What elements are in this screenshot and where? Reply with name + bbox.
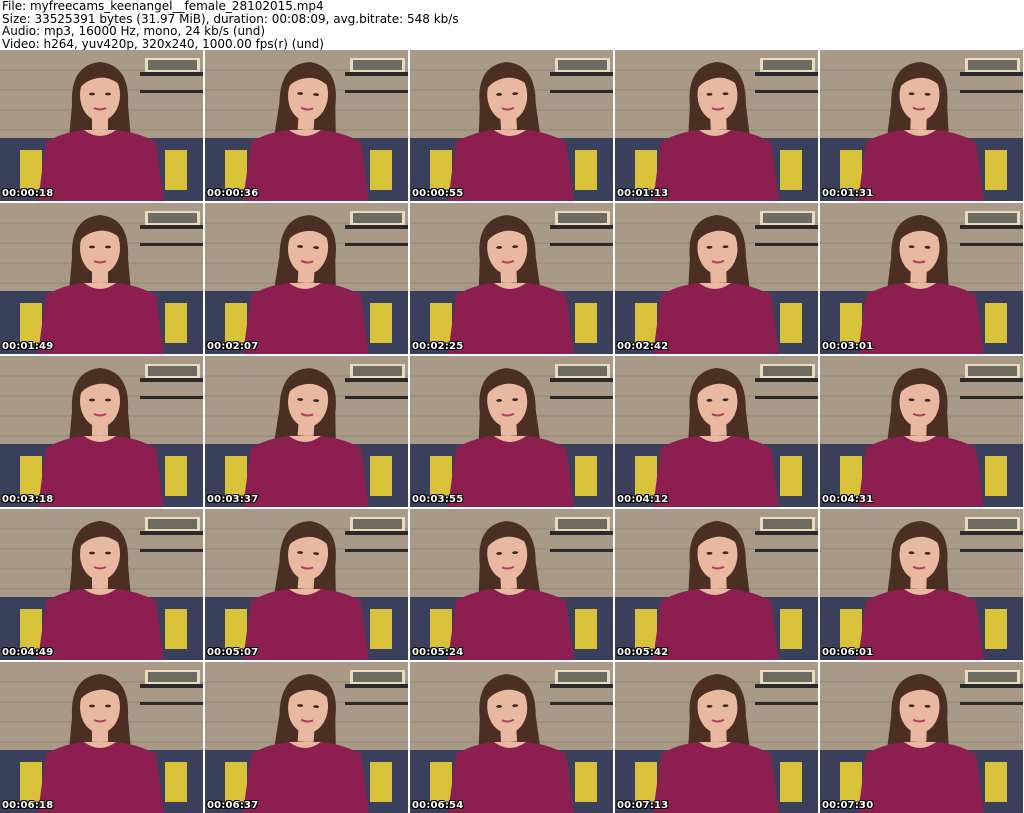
video-frame-thumbnail: 00:00:18	[0, 50, 203, 201]
video-frame-thumbnail: 00:01:31	[820, 50, 1023, 201]
frame-timestamp: 00:01:49	[2, 341, 54, 352]
frame-image	[205, 50, 408, 201]
video-frame-thumbnail: 00:05:42	[615, 509, 818, 660]
frame-timestamp: 00:00:36	[207, 188, 259, 199]
frame-image	[205, 203, 408, 354]
video-frame-thumbnail: 00:04:49	[0, 509, 203, 660]
frame-timestamp: 00:00:55	[412, 188, 464, 199]
frame-image	[820, 509, 1023, 660]
frame-image	[410, 509, 613, 660]
video-frame-thumbnail: 00:03:55	[410, 356, 613, 507]
video-frame-thumbnail: 00:06:37	[205, 662, 408, 813]
frame-timestamp: 00:04:49	[2, 647, 54, 658]
file-info-header: File: myfreecams_keenangel__female_28102…	[2, 0, 1022, 50]
video-frame-thumbnail: 00:02:42	[615, 203, 818, 354]
video-frame-thumbnail: 00:06:54	[410, 662, 613, 813]
frame-timestamp: 00:02:25	[412, 341, 464, 352]
file-name-line: File: myfreecams_keenangel__female_28102…	[2, 0, 324, 13]
frame-image	[410, 50, 613, 201]
frame-timestamp: 00:06:18	[2, 800, 54, 811]
frame-image	[615, 356, 818, 507]
frame-image	[615, 50, 818, 201]
frame-timestamp: 00:05:07	[207, 647, 259, 658]
frame-image	[615, 203, 818, 354]
video-info-line: Video: h264, yuv420p, 320x240, 1000.00 f…	[2, 36, 324, 51]
frame-image	[820, 662, 1023, 813]
video-frame-thumbnail: 00:06:01	[820, 509, 1023, 660]
frame-timestamp: 00:06:54	[412, 800, 464, 811]
frame-image	[820, 50, 1023, 201]
frame-image	[0, 509, 203, 660]
frame-timestamp: 00:07:13	[617, 800, 669, 811]
video-frame-thumbnail: 00:00:55	[410, 50, 613, 201]
frame-timestamp: 00:02:07	[207, 341, 259, 352]
frame-image	[615, 509, 818, 660]
frame-image	[0, 203, 203, 354]
video-frame-thumbnail: 00:02:25	[410, 203, 613, 354]
video-frame-thumbnail: 00:00:36	[205, 50, 408, 201]
video-frame-thumbnail: 00:03:01	[820, 203, 1023, 354]
video-frame-thumbnail: 00:07:13	[615, 662, 818, 813]
video-frame-thumbnail: 00:04:12	[615, 356, 818, 507]
video-frame-thumbnail: 00:07:30	[820, 662, 1023, 813]
video-frame-thumbnail: 00:04:31	[820, 356, 1023, 507]
video-frame-thumbnail: 00:05:07	[205, 509, 408, 660]
frame-image	[0, 662, 203, 813]
frame-image	[410, 662, 613, 813]
frame-image	[615, 662, 818, 813]
frame-timestamp: 00:04:12	[617, 494, 669, 505]
frame-image	[205, 509, 408, 660]
frame-image	[205, 662, 408, 813]
video-frame-thumbnail: 00:02:07	[205, 203, 408, 354]
video-frame-thumbnail: 00:01:49	[0, 203, 203, 354]
video-frame-thumbnail: 00:06:18	[0, 662, 203, 813]
frame-image	[820, 203, 1023, 354]
frame-timestamp: 00:01:13	[617, 188, 669, 199]
frame-image	[820, 356, 1023, 507]
frame-timestamp: 00:05:42	[617, 647, 669, 658]
frame-timestamp: 00:03:01	[822, 341, 874, 352]
frame-timestamp: 00:05:24	[412, 647, 464, 658]
frame-timestamp: 00:03:18	[2, 494, 54, 505]
frame-image	[410, 356, 613, 507]
frame-timestamp: 00:07:30	[822, 800, 874, 811]
frame-timestamp: 00:06:01	[822, 647, 874, 658]
frame-timestamp: 00:03:55	[412, 494, 464, 505]
video-frame-thumbnail: 00:03:37	[205, 356, 408, 507]
video-frame-thumbnail: 00:03:18	[0, 356, 203, 507]
audio-info-line: Audio: mp3, 16000 Hz, mono, 24 kb/s (und…	[2, 24, 266, 39]
frame-timestamp: 00:02:42	[617, 341, 669, 352]
frame-timestamp: 00:03:37	[207, 494, 259, 505]
frame-image	[0, 356, 203, 507]
video-frame-thumbnail: 00:01:13	[615, 50, 818, 201]
frame-timestamp: 00:04:31	[822, 494, 874, 505]
frame-image	[0, 50, 203, 201]
frame-image	[410, 203, 613, 354]
frame-image	[205, 356, 408, 507]
video-frame-thumbnail: 00:05:24	[410, 509, 613, 660]
frame-timestamp: 00:01:31	[822, 188, 874, 199]
frame-timestamp: 00:06:37	[207, 800, 259, 811]
thumbnail-grid: 00:00:18 00:00:36 00:00:55 00:01:13 00:01:31…	[0, 50, 1024, 813]
frame-timestamp: 00:00:18	[2, 188, 54, 199]
